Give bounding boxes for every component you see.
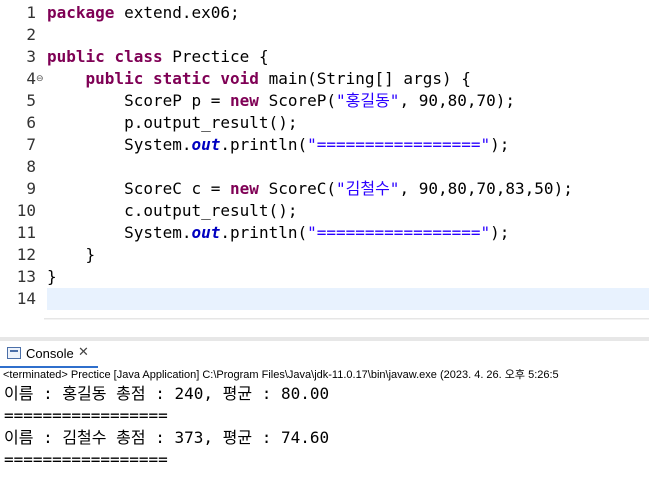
code-line[interactable]: 4 ⊖ public static void main(String[] args…: [0, 68, 649, 90]
code-token: .println(: [220, 223, 308, 242]
code-line[interactable]: 3 public class Prectice {: [0, 46, 649, 68]
code-line[interactable]: 12 }: [0, 244, 649, 266]
code-token: , 90,80,70,83,50);: [399, 179, 573, 198]
string-token: "홍길동": [336, 91, 400, 110]
code-line[interactable]: 5 ScoreP p = new ScoreP("홍길동", 90,80,70)…: [0, 90, 649, 112]
code-line[interactable]: 8: [0, 156, 649, 178]
line-number: 8: [26, 157, 36, 176]
code-line[interactable]: 11 System.out.println("=================…: [0, 222, 649, 244]
code-line[interactable]: 13}: [0, 266, 649, 288]
field-token: out: [191, 223, 221, 242]
keyword-token: new: [230, 91, 259, 110]
line-number: 2: [26, 25, 36, 44]
code-text: c.output_result();: [47, 200, 297, 222]
code-text: p.output_result();: [47, 112, 297, 134]
code-token: System.: [47, 135, 192, 154]
keyword-token: void: [220, 69, 259, 88]
console-tab[interactable]: Console ✕: [0, 341, 649, 367]
code-line[interactable]: [47, 288, 649, 310]
code-token: Prectice {: [162, 47, 269, 66]
line-number: 1: [26, 3, 36, 22]
keyword-token: new: [230, 179, 259, 198]
code-line[interactable]: 9 ScoreC c = new ScoreC("김철수", 90,80,70,…: [0, 178, 649, 200]
keyword-token: class: [114, 47, 163, 66]
code-token: ScoreC c =: [47, 179, 231, 198]
code-token: p.output_result();: [47, 113, 298, 132]
code-line[interactable]: 2: [0, 24, 649, 46]
code-token: ScoreP(: [258, 91, 336, 110]
line-number: 7: [26, 135, 36, 154]
line-number: 14: [16, 289, 36, 308]
code-text: public class Prectice {: [47, 46, 269, 68]
code-text: System.out.println("=================");: [47, 222, 509, 244]
console-status-line: <terminated> Prectice [Java Application]…: [3, 369, 559, 381]
keyword-token: public: [85, 69, 144, 88]
code-token: ScoreC(: [258, 179, 336, 198]
code-line[interactable]: 1 package extend.ex06;: [0, 2, 649, 24]
code-text: System.out.println("=================");: [47, 134, 509, 156]
string-token: "=================": [307, 223, 491, 242]
console-output-line: =================: [4, 406, 168, 425]
line-number: 4: [26, 69, 36, 88]
code-token: ScoreP p =: [47, 91, 231, 110]
code-line[interactable]: 10 c.output_result();: [0, 200, 649, 222]
code-token: .println(: [220, 135, 308, 154]
console-output-line: 이름 : 김철수 총점 : 373, 평균 : 74.60: [4, 428, 330, 447]
code-token: );: [490, 135, 510, 154]
code-text: package extend.ex06;: [47, 2, 240, 24]
console-icon: [7, 347, 21, 359]
code-line[interactable]: 6 p.output_result();: [0, 112, 649, 134]
code-editor[interactable]: 1 package extend.ex06; 2 3 public class Prec…: [0, 0, 649, 320]
code-token: }: [47, 245, 96, 264]
line-number: 3: [26, 47, 36, 66]
code-text: ScoreP p = new ScoreP("홍길동", 90,80,70);: [47, 90, 515, 112]
string-token: "김철수": [336, 179, 400, 198]
fold-collapse-icon[interactable]: ⊖: [36, 74, 44, 84]
console-tab-label: Console: [26, 346, 74, 361]
code-line[interactable]: 7 System.out.println("================="…: [0, 134, 649, 156]
code-token: , 90,80,70);: [399, 91, 516, 110]
code-text: }: [47, 244, 96, 266]
close-icon[interactable]: ✕: [78, 345, 89, 360]
console-output-line: 이름 : 홍길동 총점 : 240, 평균 : 80.00: [4, 384, 330, 403]
code-token: );: [490, 223, 510, 242]
horizontal-scrollbar[interactable]: <: [44, 318, 649, 320]
code-token: extend.ex06;: [114, 3, 240, 22]
console-output[interactable]: 이름 : 홍길동 총점 : 240, 평균 : 80.00 ===========…: [0, 383, 649, 489]
line-number: 13: [16, 267, 36, 286]
code-token: c.output_result();: [47, 201, 298, 220]
keyword-token: static: [152, 69, 211, 88]
line-number: 9: [26, 179, 36, 198]
console-output-line: =================: [4, 450, 168, 469]
keyword-token: public: [47, 47, 105, 66]
line-number: 6: [26, 113, 36, 132]
line-number: 11: [16, 223, 36, 242]
code-token: System.: [47, 223, 192, 242]
code-text: public static void main(String[] args) {: [47, 68, 471, 90]
code-text: ScoreC c = new ScoreC("김철수", 90,80,70,83…: [47, 178, 573, 200]
line-number: 12: [16, 245, 36, 264]
code-token: main(String[] args) {: [258, 69, 471, 88]
keyword-token: package: [47, 3, 115, 22]
code-text: }: [47, 266, 57, 288]
string-token: "=================": [307, 135, 491, 154]
code-token: }: [47, 267, 57, 286]
field-token: out: [191, 135, 221, 154]
line-number: 10: [16, 201, 36, 220]
line-number: 5: [26, 91, 36, 110]
